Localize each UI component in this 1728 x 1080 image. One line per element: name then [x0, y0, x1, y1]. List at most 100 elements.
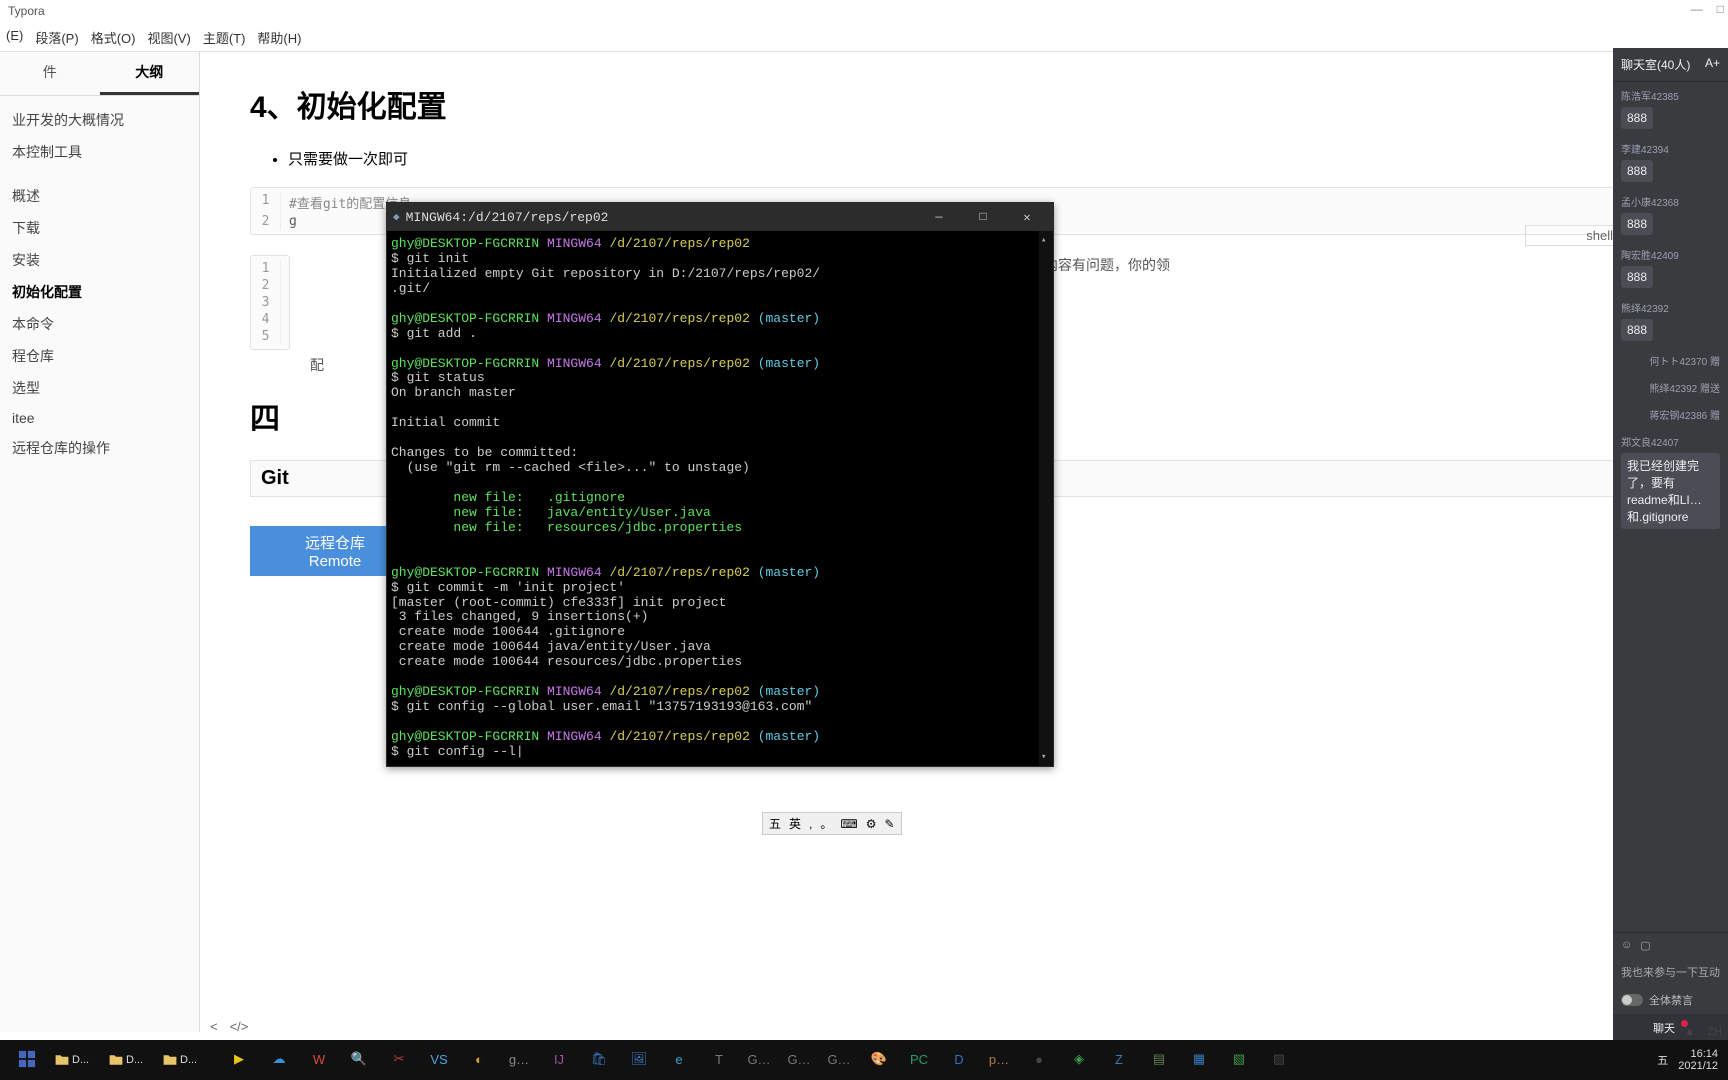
chat-message[interactable]: 熊绎42392 赠送	[1613, 374, 1728, 401]
outline-item[interactable]	[8, 168, 191, 180]
chat-message[interactable]: 熊绎42392888	[1613, 294, 1728, 347]
terminal-minimize-button[interactable]: —	[917, 203, 961, 231]
taskbar-app-app1[interactable]: ▤	[1140, 1044, 1178, 1076]
taskbar-app-potplayer[interactable]: ▶	[220, 1044, 258, 1076]
menu-item[interactable]: 主题(T)	[203, 28, 246, 47]
taskbar-app-magnify[interactable]: 🔍	[340, 1044, 378, 1076]
taskbar-app-rec[interactable]: ●	[1020, 1044, 1058, 1076]
footer-back-icon[interactable]: <	[210, 1019, 218, 1034]
taskbar-app-app2[interactable]: ▦	[1180, 1044, 1218, 1076]
mute-toggle[interactable]	[1621, 994, 1643, 1006]
terminal-close-button[interactable]: ✕	[1005, 203, 1049, 231]
sidebar: 件大纲 业开发的大概情况本控制工具概述下载安装初始化配置本命令程仓库选型itee…	[0, 52, 200, 1032]
taskbar-app-wps[interactable]: W	[300, 1044, 338, 1076]
terminal-title: MINGW64:/d/2107/reps/rep02	[406, 210, 609, 225]
outline-list: 业开发的大概情况本控制工具概述下载安装初始化配置本命令程仓库选型itee远程仓库…	[0, 96, 199, 472]
outline-item[interactable]: 远程仓库的操作	[8, 432, 191, 464]
ime-bar[interactable]: 五英, 。 ⌨ ⚙ ✎	[762, 812, 902, 835]
chat-message[interactable]: 陶宏胜42409888	[1613, 241, 1728, 294]
sidebar-tab[interactable]: 件	[0, 52, 100, 95]
taskbar-app-intellij[interactable]: IJ	[540, 1044, 578, 1076]
footer-code-icon[interactable]: </>	[230, 1019, 249, 1034]
taskbar-app-text3[interactable]: G…	[820, 1044, 858, 1076]
start-button[interactable]	[6, 1044, 48, 1076]
chat-message[interactable]: 陈浩军42385888	[1613, 82, 1728, 135]
taskbar-app-paint[interactable]: 🎨	[860, 1044, 898, 1076]
outline-item[interactable]: 安装	[8, 244, 191, 276]
ime-item[interactable]: 五	[769, 815, 781, 832]
taskbar-app-text1[interactable]: T	[700, 1044, 738, 1076]
chat-message[interactable]: 何トト42370 赠	[1613, 347, 1728, 374]
taskbar-app-vscode[interactable]: VS	[420, 1044, 458, 1076]
ime-item[interactable]: ⚙	[866, 817, 877, 831]
terminal-icon: ◆	[393, 210, 400, 224]
chat-mute-row: 全体禁言	[1613, 986, 1728, 1014]
taskbar-app-app3[interactable]: ▧	[1220, 1044, 1258, 1076]
taskbar-app-git[interactable]: ◈	[1060, 1044, 1098, 1076]
ime-item[interactable]: ,	[809, 817, 812, 831]
taskbar-app-weather[interactable]: ☁	[260, 1044, 298, 1076]
ime-item[interactable]: 英	[789, 815, 801, 832]
menu-item[interactable]: 段落(P)	[35, 28, 78, 47]
ime-item[interactable]: ✎	[884, 817, 894, 831]
codeblock-2[interactable]: 12345	[250, 255, 290, 350]
outline-item[interactable]: 本命令	[8, 308, 191, 340]
chat-font-size[interactable]: A+	[1705, 56, 1720, 73]
chat-panel: 聊天室(40人) A+ 陈浩军42385888李建42394888孟小康4236…	[1613, 48, 1728, 1042]
chat-message[interactable]: 郑文良42407我已经创建完了，要有readme和LI…和.gitignore	[1613, 428, 1728, 535]
emoji-icon[interactable]: ☺	[1621, 939, 1632, 952]
taskbar-app-store[interactable]: 🛍	[580, 1044, 618, 1076]
terminal-maximize-button[interactable]: □	[961, 203, 1005, 231]
taskbar-app-p-app[interactable]: p…	[980, 1044, 1018, 1076]
terminal-window[interactable]: ◆ MINGW64:/d/2107/reps/rep02 — □ ✕ ghy@D…	[386, 202, 1054, 767]
taskbar-app-text-g[interactable]: G…	[740, 1044, 778, 1076]
chat-message[interactable]: 孟小康42368888	[1613, 188, 1728, 241]
outline-item[interactable]: 概述	[8, 180, 191, 212]
maximize-button[interactable]: □	[1717, 2, 1724, 16]
tray-time: 16:14	[1678, 1048, 1718, 1060]
outline-item[interactable]: 选型	[8, 372, 191, 404]
chat-message[interactable]: 蒋宏钢42386 赠	[1613, 401, 1728, 428]
menu-item[interactable]: 视图(V)	[147, 28, 190, 47]
outline-item[interactable]: 下载	[8, 212, 191, 244]
tray-ime-icon[interactable]: 五	[1657, 1052, 1668, 1068]
taskbar-folder[interactable]: D...	[54, 1052, 106, 1068]
outline-item[interactable]: 初始化配置	[8, 276, 191, 308]
taskbar-app-photos[interactable]: 🖼	[620, 1044, 658, 1076]
ime-item[interactable]: ⌨	[840, 817, 857, 831]
menubar: (E) 段落(P) 格式(O) 视图(V) 主题(T) 帮助(H)	[0, 24, 1728, 52]
taskbar-app-app4[interactable]: ▨	[1260, 1044, 1298, 1076]
tray-arrow-icon[interactable]: ▲	[1684, 1026, 1695, 1038]
outline-item[interactable]: 本控制工具	[8, 136, 191, 168]
outline-item[interactable]: 程仓库	[8, 340, 191, 372]
ime-item[interactable]: 。	[820, 815, 832, 832]
taskbar-app-d-app[interactable]: D	[940, 1044, 978, 1076]
tray-lang[interactable]: ZH	[1707, 1026, 1722, 1038]
app-title: Typora	[8, 4, 45, 18]
terminal-body[interactable]: ghy@DESKTOP-FGCRRIN MINGW64 /d/2107/reps…	[387, 231, 1053, 766]
chat-input-hint[interactable]: 我也来参与一下互动	[1613, 958, 1728, 986]
taskbar-app-text2[interactable]: G…	[780, 1044, 818, 1076]
outline-item[interactable]: 业开发的大概情况	[8, 104, 191, 136]
menu-item[interactable]: 格式(O)	[91, 28, 136, 47]
outline-item[interactable]: itee	[8, 404, 191, 432]
sidebar-tab[interactable]: 大纲	[100, 52, 200, 95]
taskbar-folder[interactable]: D...	[108, 1052, 160, 1068]
app-titlebar: Typora — □	[0, 0, 1728, 24]
system-tray[interactable]: 五 16:14 2021/12	[1657, 1048, 1722, 1072]
chat-list[interactable]: 陈浩军42385888李建42394888孟小康42368888陶宏胜42409…	[1613, 82, 1728, 535]
taskbar-app-snip[interactable]: ✂	[380, 1044, 418, 1076]
menu-item[interactable]: 帮助(H)	[257, 28, 301, 47]
taskbar-app-chrome[interactable]: ◐	[460, 1044, 498, 1076]
taskbar-app-pycharm[interactable]: PC	[900, 1044, 938, 1076]
terminal-titlebar[interactable]: ◆ MINGW64:/d/2107/reps/rep02 — □ ✕	[387, 203, 1053, 231]
image-icon[interactable]: ▢	[1640, 939, 1650, 952]
taskbar-folder[interactable]: D...	[162, 1052, 214, 1068]
taskbar-app-zoom[interactable]: Z	[1100, 1044, 1138, 1076]
terminal-scrollbar[interactable]: ▴▾	[1039, 231, 1053, 766]
minimize-button[interactable]: —	[1691, 2, 1703, 16]
chat-message[interactable]: 李建42394888	[1613, 135, 1728, 188]
menu-item[interactable]: (E)	[6, 28, 23, 47]
taskbar-app-edge[interactable]: e	[660, 1044, 698, 1076]
taskbar-app-chrome-g[interactable]: g…	[500, 1044, 538, 1076]
